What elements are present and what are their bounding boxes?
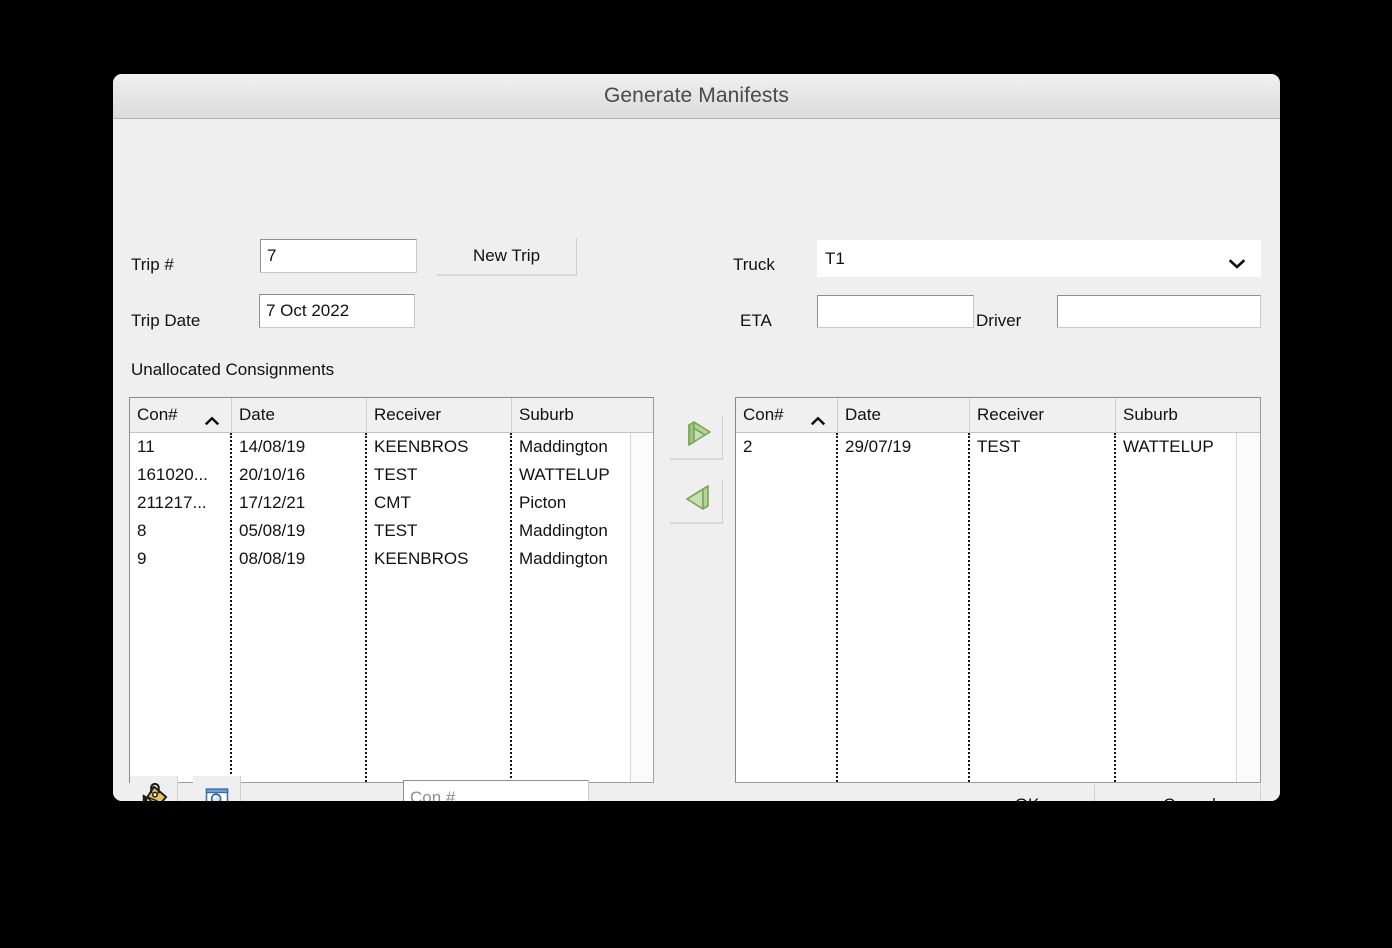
unallocated-body: 11 14/08/19 KEENBROS Maddington 161020..… xyxy=(130,433,653,782)
cell-receiver: TEST xyxy=(374,521,418,540)
cell-date: 20/10/16 xyxy=(239,465,306,484)
column-header-suburb-label: Suburb xyxy=(519,405,574,424)
print-preview-button[interactable] xyxy=(193,776,241,801)
column-header-con-label: Con# xyxy=(743,405,784,424)
trip-number-input[interactable]: 7 xyxy=(260,239,417,273)
arrow-right-icon xyxy=(681,420,711,454)
cell-date: 08/08/19 xyxy=(239,549,306,568)
trip-date-label: Trip Date xyxy=(131,311,201,330)
column-header-con-label: Con# xyxy=(137,405,178,424)
cell-con: 211217... xyxy=(137,493,207,512)
table-row[interactable]: 2 29/07/19 TEST WATTELUP xyxy=(736,433,1236,461)
trip-number-label: Trip # xyxy=(131,255,174,274)
generate-manifests-dialog: Generate Manifests Trip # 7 New Trip Tru… xyxy=(113,74,1280,801)
cell-suburb: Maddington xyxy=(519,521,608,540)
allocated-rows: 2 29/07/19 TEST WATTELUP xyxy=(736,433,1236,782)
quick-lookup-placeholder: Con # xyxy=(410,787,456,802)
cancel-button[interactable]: Cancel xyxy=(1119,785,1261,801)
unallocated-header-row: Con# Date Receiver Suburb xyxy=(130,398,653,433)
trip-number-value: 7 xyxy=(267,246,277,265)
cell-receiver: KEENBROS xyxy=(374,437,469,456)
driver-label: Driver xyxy=(976,311,1022,330)
cell-receiver: KEENBROS xyxy=(374,549,469,568)
trip-date-value: 7 Oct 2022 xyxy=(266,301,350,320)
eta-label: ETA xyxy=(740,311,772,330)
allocated-column-guides xyxy=(736,433,1236,782)
cell-con: 8 xyxy=(137,521,147,540)
column-header-con[interactable]: Con# xyxy=(130,398,232,432)
column-header-date-label: Date xyxy=(845,405,881,424)
cell-con: 2 xyxy=(743,437,753,456)
new-trip-label: New Trip xyxy=(472,246,541,265)
column-header-suburb-label: Suburb xyxy=(1123,405,1178,424)
column-header-suburb[interactable]: Suburb xyxy=(512,398,653,432)
allocated-list[interactable]: Con# Date Receiver Suburb 2 29/07/19 TES… xyxy=(735,397,1261,783)
print-label-icon xyxy=(139,782,169,801)
cell-con: 11 xyxy=(137,437,155,456)
unallocated-scrollbar[interactable] xyxy=(630,433,653,782)
truck-value: T1 xyxy=(825,248,845,268)
allocate-button[interactable] xyxy=(670,416,723,460)
deallocate-button[interactable] xyxy=(670,480,723,524)
cell-suburb: Maddington xyxy=(519,437,608,456)
dialog-titlebar: Generate Manifests xyxy=(113,74,1280,119)
column-header-con[interactable]: Con# xyxy=(736,398,838,432)
sort-ascending-icon xyxy=(810,411,826,426)
unallocated-caption: Unallocated Consignments xyxy=(131,360,335,379)
cell-date: 14/08/19 xyxy=(239,437,306,456)
arrow-left-icon xyxy=(681,484,711,518)
driver-input[interactable] xyxy=(1057,295,1261,328)
print-labels-button[interactable] xyxy=(130,776,178,801)
allocated-scrollbar[interactable] xyxy=(1236,433,1260,782)
quick-lookup-input[interactable]: Con # xyxy=(403,780,589,801)
cell-con: 161020... xyxy=(137,465,208,484)
allocated-header-row: Con# Date Receiver Suburb xyxy=(736,398,1260,433)
ok-label: OK xyxy=(1015,795,1040,801)
column-header-receiver-label: Receiver xyxy=(374,405,442,424)
cell-suburb: WATTELUP xyxy=(519,465,610,484)
dialog-content: Trip # 7 New Trip Truck T1 Trip Date 7 O… xyxy=(113,119,1280,801)
cell-date: 29/07/19 xyxy=(845,437,912,456)
table-row[interactable]: 211217... 17/12/21 CMT Picton xyxy=(130,489,630,517)
column-header-date-label: Date xyxy=(239,405,275,424)
cell-con: 9 xyxy=(137,549,147,568)
sort-ascending-icon xyxy=(204,411,220,426)
column-header-receiver[interactable]: Receiver xyxy=(970,398,1116,432)
allocated-body: 2 29/07/19 TEST WATTELUP xyxy=(736,433,1260,782)
truck-select[interactable]: T1 xyxy=(817,240,1261,277)
cell-suburb: Maddington xyxy=(519,549,608,568)
print-preview-icon xyxy=(203,783,231,801)
ok-button[interactable]: OK xyxy=(960,785,1095,801)
cell-date: 05/08/19 xyxy=(239,521,306,540)
eta-input[interactable] xyxy=(817,295,974,328)
column-header-date[interactable]: Date xyxy=(838,398,970,432)
chevron-down-icon xyxy=(1228,254,1246,269)
dialog-title: Generate Manifests xyxy=(603,84,790,107)
unallocated-rows: 11 14/08/19 KEENBROS Maddington 161020..… xyxy=(130,433,630,782)
column-header-receiver[interactable]: Receiver xyxy=(367,398,512,432)
table-row[interactable]: 9 08/08/19 KEENBROS Maddington xyxy=(130,545,630,573)
new-trip-button[interactable]: New Trip xyxy=(437,238,577,276)
column-header-suburb[interactable]: Suburb xyxy=(1116,398,1259,432)
table-row[interactable]: 161020... 20/10/16 TEST WATTELUP xyxy=(130,461,630,489)
unallocated-list[interactable]: Con# Date Receiver Suburb 11 14/08/19 KE… xyxy=(129,397,654,783)
table-row[interactable]: 8 05/08/19 TEST Maddington xyxy=(130,517,630,545)
cancel-label: Cancel xyxy=(1163,795,1216,801)
cell-receiver: TEST xyxy=(374,465,418,484)
trip-date-input[interactable]: 7 Oct 2022 xyxy=(259,294,415,328)
truck-label: Truck xyxy=(733,255,775,274)
table-row[interactable]: 11 14/08/19 KEENBROS Maddington xyxy=(130,433,630,461)
cell-suburb: Picton xyxy=(519,493,567,512)
column-header-date[interactable]: Date xyxy=(232,398,367,432)
cell-receiver: TEST xyxy=(977,437,1021,456)
cell-date: 17/12/21 xyxy=(239,493,306,512)
column-header-receiver-label: Receiver xyxy=(977,405,1045,424)
cell-receiver: CMT xyxy=(374,493,411,512)
cell-suburb: WATTELUP xyxy=(1123,437,1214,456)
